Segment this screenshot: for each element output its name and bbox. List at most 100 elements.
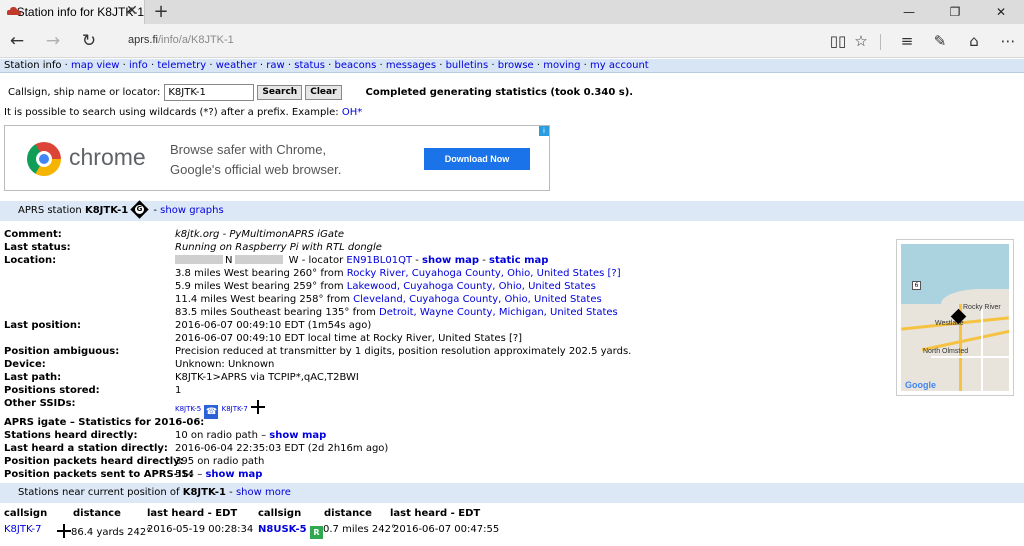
menu-info[interactable]: info <box>129 60 148 71</box>
show-graphs-link[interactable]: show graphs <box>160 205 224 216</box>
ad-info-icon[interactable]: i <box>539 126 549 136</box>
col-distance-2: distance <box>324 508 372 519</box>
ssid-link-k8jtk-5[interactable]: K8JTK-5 <box>175 405 201 413</box>
sent-show-map-link[interactable]: show map <box>205 469 262 480</box>
window-close-button[interactable]: ✕ <box>978 0 1024 24</box>
heard-label: Stations heard directly: <box>4 430 138 441</box>
station-heading: APRS station K8JTK-1 G - show graphs <box>0 200 1024 221</box>
ad-line-2: Google's official web browser. <box>170 162 342 177</box>
other-ssids-label: Other SSIDs: <box>4 398 76 409</box>
back-arrow-icon[interactable]: ← <box>4 29 30 53</box>
toolbar-divider <box>880 34 881 50</box>
route-shield-icon: 6 <box>912 281 921 290</box>
static-map-link[interactable]: static map <box>489 255 548 266</box>
ad-brand: chrome <box>69 144 146 170</box>
ad-line-1: Browse safer with Chrome, <box>170 142 327 157</box>
ssid-symbol-icon: ☎ <box>204 405 219 419</box>
clear-button[interactable]: Clear <box>305 84 342 100</box>
refresh-icon[interactable]: ↻ <box>76 29 102 53</box>
heard-show-map-link[interactable]: show map <box>269 430 326 441</box>
tab-close-icon[interactable]: ✕ <box>124 3 140 19</box>
menu-telemetry[interactable]: telemetry <box>157 60 206 71</box>
menu-bulletins[interactable]: bulletins <box>446 60 489 71</box>
station-heading-prefix: APRS station <box>18 205 85 216</box>
menu-raw[interactable]: raw <box>266 60 284 71</box>
menu-map-view[interactable]: map view <box>71 60 119 71</box>
wildcard-text: It is possible to search using wildcards… <box>4 107 342 118</box>
ambiguous-value: Precision reduced at transmitter by 1 di… <box>175 346 632 357</box>
nearby-place-link[interactable]: Rocky River, Cuyahoga County, Ohio, Unit… <box>347 268 605 279</box>
search-button[interactable]: Search <box>257 84 303 100</box>
station-menu: Station info · map view · info · telemet… <box>0 59 1024 73</box>
table-row: 86.4 yards 242° <box>57 524 151 538</box>
near-callsign: K8JTK-1 <box>182 487 226 498</box>
near-time-2: 2016-06-07 00:47:55 <box>393 524 500 535</box>
lat-hemisphere: N <box>225 255 233 266</box>
google-logo: Google <box>905 380 936 390</box>
near-station-link[interactable]: K8JTK-7 <box>4 524 41 535</box>
device-value: Unknown: Unknown <box>175 359 275 370</box>
menu-messages[interactable]: messages <box>386 60 436 71</box>
more-icon[interactable]: ⋯ <box>996 29 1020 53</box>
green-symbol-icon: R <box>310 526 323 539</box>
last-status-label: Last status: <box>4 242 71 253</box>
table-row: R 0.7 miles 242° <box>310 524 396 539</box>
comment-label: Comment: <box>4 229 62 240</box>
search-form: Callsign, ship name or locator: Search C… <box>8 83 633 101</box>
web-note-icon[interactable]: ✎ <box>928 29 952 53</box>
chrome-ad-banner[interactable]: i chrome Browse safer with Chrome, Googl… <box>4 125 550 191</box>
last-heard-value: 2016-06-04 22:35:03 EDT (2d 2h16m ago) <box>175 443 389 454</box>
minimize-button[interactable]: — <box>886 0 932 24</box>
menu-beacons[interactable]: beacons <box>335 60 377 71</box>
car-favicon-icon <box>7 7 21 17</box>
show-map-link[interactable]: show map <box>422 255 479 266</box>
near-heading: Stations near current position of K8JTK-… <box>0 483 1024 503</box>
locator-link[interactable]: EN91BL01QT <box>346 255 412 266</box>
sent-label: Position packets sent to APRS-IS: <box>4 469 193 480</box>
menu-browse[interactable]: browse <box>498 60 534 71</box>
nearby-3: 11.4 miles West bearing 258° from Clevel… <box>175 294 602 305</box>
nearby-place-link[interactable]: Lakewood, Cuyahoga County, Ohio, United … <box>347 281 596 292</box>
lon-hemisphere: W - locator <box>288 255 347 266</box>
col-last-heard-2: last heard - EDT <box>390 508 481 519</box>
col-distance: distance <box>73 508 121 519</box>
location-value: N W - locator EN91BL01QT - show map - st… <box>175 255 548 267</box>
col-last-heard: last heard - EDT <box>147 508 238 519</box>
digipeater-cross-icon <box>57 524 71 538</box>
map-image: 6 Rocky River Westlake North Olmsted Goo… <box>901 244 1009 391</box>
search-status: Completed generating statistics (took 0.… <box>365 86 634 98</box>
nearby-place-link[interactable]: Cleveland, Cuyahoga County, Ohio, United… <box>353 294 602 305</box>
favorite-star-icon[interactable]: ☆ <box>849 29 873 53</box>
nearby-ref-link[interactable]: [?] <box>608 268 621 279</box>
menu-status[interactable]: status <box>294 60 325 71</box>
pkts-label: Position packets heard directly: <box>4 456 184 467</box>
new-tab-button[interactable]: + <box>152 2 170 22</box>
callsign-search-input[interactable] <box>164 83 255 101</box>
show-more-link[interactable]: show more <box>236 487 291 498</box>
search-label: Callsign, ship name or locator: <box>8 86 161 98</box>
wildcard-example-link[interactable]: OH* <box>342 107 362 118</box>
menu-weather[interactable]: weather <box>216 60 257 71</box>
page-content: Station info · map view · info · telemet… <box>0 59 1024 546</box>
redacted-longitude <box>235 255 284 264</box>
forward-arrow-icon[interactable]: → <box>40 29 66 53</box>
address-bar-row: ← → ↻ aprs.fi/info/a/K8JTK-1 ▯▯ ☆ ≡ ✎ ⌂ … <box>0 24 1024 58</box>
reading-view-icon[interactable]: ▯▯ <box>826 29 850 53</box>
ssid-link-k8jtk-7[interactable]: K8JTK-7 <box>222 405 248 413</box>
address-field[interactable]: aprs.fi/info/a/K8JTK-1 <box>128 34 234 46</box>
heard-value: 10 on radio path – show map <box>175 430 327 441</box>
restore-button[interactable]: ❐ <box>932 0 978 24</box>
browser-tab[interactable]: Station info for K8JTK-1 ✕ <box>0 0 145 24</box>
download-now-button[interactable]: Download Now <box>424 148 530 170</box>
near-station-link-2[interactable]: N8USK-5 <box>258 524 307 535</box>
positions-stored-label: Positions stored: <box>4 385 100 396</box>
nearby-place-link[interactable]: Detroit, Wayne County, Michigan, United … <box>379 307 618 318</box>
last-position-label: Last position: <box>4 320 81 331</box>
url-host: aprs.fi <box>128 34 158 46</box>
positions-stored-value: 1 <box>175 385 182 396</box>
menu-my-account[interactable]: my account <box>590 60 649 71</box>
share-icon[interactable]: ⌂ <box>962 29 986 53</box>
hub-icon[interactable]: ≡ <box>895 29 919 53</box>
menu-moving[interactable]: moving <box>543 60 580 71</box>
map-thumbnail[interactable]: 6 Rocky River Westlake North Olmsted Goo… <box>896 239 1014 396</box>
